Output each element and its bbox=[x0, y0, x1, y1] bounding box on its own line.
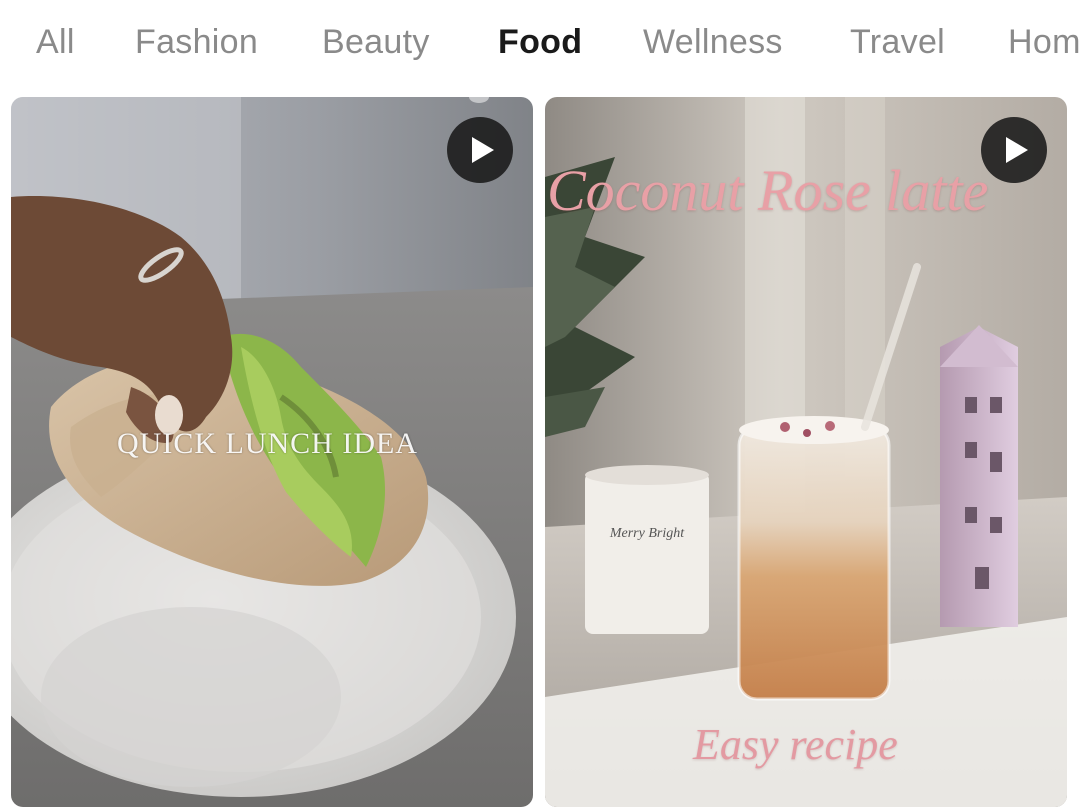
tab-travel[interactable]: Travel bbox=[850, 18, 945, 66]
play-icon[interactable] bbox=[447, 117, 513, 183]
tab-all[interactable]: All bbox=[36, 18, 75, 66]
tab-fashion[interactable]: Fashion bbox=[135, 18, 258, 66]
candle-label: Merry Bright bbox=[609, 526, 685, 541]
card-subtitle-overlay: Easy recipe bbox=[693, 720, 898, 769]
card-title-overlay: Coconut Rose latte bbox=[547, 158, 989, 223]
video-card-latte[interactable]: Merry Bright Coconut Rose latte Easy rec… bbox=[545, 97, 1067, 807]
play-icon[interactable] bbox=[981, 117, 1047, 183]
tab-food[interactable]: Food bbox=[498, 18, 582, 66]
tab-wellness[interactable]: Wellness bbox=[643, 18, 783, 66]
card-overlay-text: QUICK LUNCH IDEA bbox=[117, 427, 418, 460]
tab-beauty[interactable]: Beauty bbox=[322, 18, 430, 66]
category-tab-bar: All Fashion Beauty Food Wellness Travel … bbox=[0, 0, 1080, 86]
play-triangle-icon bbox=[472, 137, 494, 163]
play-triangle-icon bbox=[1006, 137, 1028, 163]
video-card-lunch[interactable]: QUICK LUNCH IDEA bbox=[11, 97, 533, 807]
tab-home[interactable]: Home bbox=[1008, 18, 1080, 66]
